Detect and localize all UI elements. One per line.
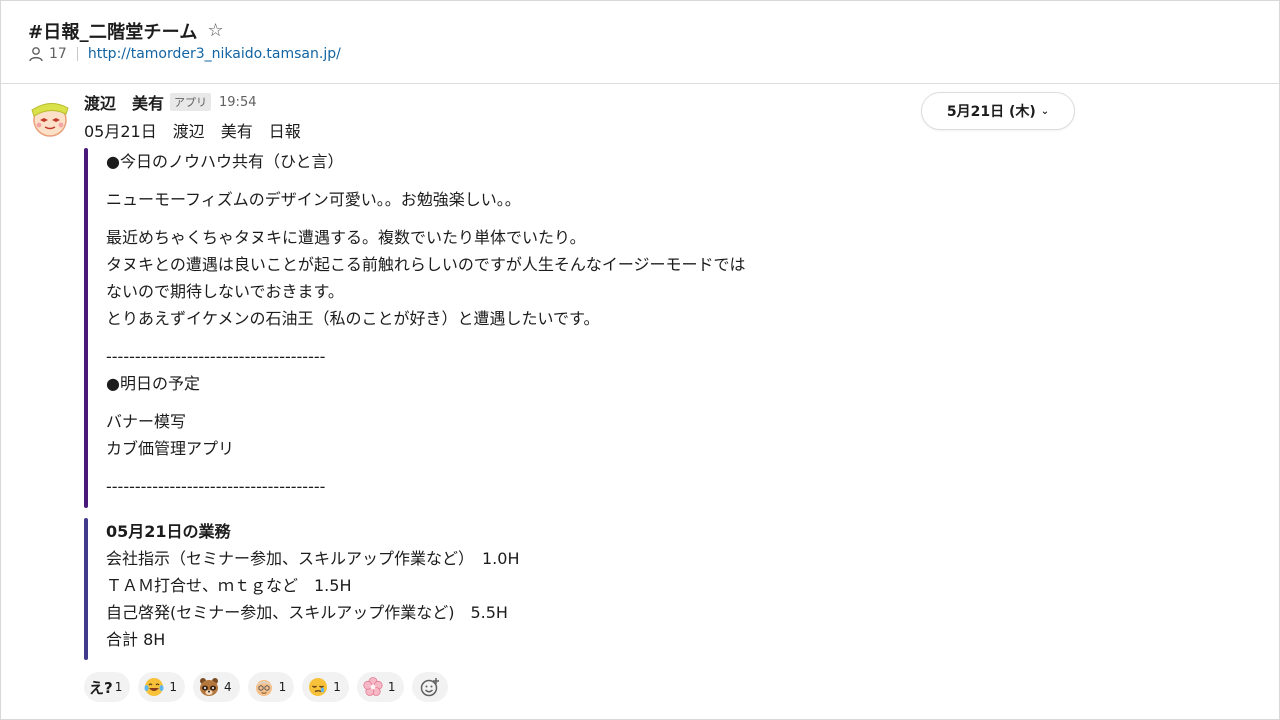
section-heading: ●今日のノウハウ共有（ひと言） xyxy=(106,152,344,171)
add-reaction-button[interactable] xyxy=(411,672,448,702)
section-heading: ●明日の予定 xyxy=(106,374,200,393)
attachment-body: ●今日のノウハウ共有（ひと言） ニューモーフィズムのデザイン可愛い。。お勉強楽し… xyxy=(106,148,746,500)
reaction-count: 4 xyxy=(223,680,232,694)
text-line: バナー模写 xyxy=(106,412,187,431)
older-person-emoji xyxy=(255,680,272,696)
e-question-text-emoji: え? xyxy=(89,678,113,697)
reaction-count: 1 xyxy=(278,680,287,694)
message-header: 渡辺 美有 アプリ 19:54 xyxy=(84,90,256,114)
work-total: 合計 8H xyxy=(106,630,166,649)
attachment-title: 05月21日の業務 xyxy=(106,522,231,541)
avatar[interactable] xyxy=(28,94,72,138)
work-item: ＴＡＭ打合せ、ｍｔｇなど 1.5H xyxy=(106,576,352,595)
attachment-color-bar xyxy=(84,148,88,508)
reaction-count: 1 xyxy=(169,680,177,694)
reaction-count: 1 xyxy=(333,680,341,694)
work-item: 自己啓発(セミナー参加、スキルアップ作業など) 5.5H xyxy=(106,603,508,622)
date-divider-button[interactable]: 5月21日 (木) ⌄ xyxy=(921,92,1075,130)
sakura-flower-emoji xyxy=(363,677,383,696)
attachment-color-bar xyxy=(84,518,88,660)
text-line: タヌキとの遭遇は良いことが起こる前触れらしいのですが人生そんなイージーモードでは xyxy=(106,255,746,274)
channel-header: #日報_二階堂チーム ☆ 17 http://tamorder3_nikaido… xyxy=(0,0,1280,84)
divider xyxy=(76,47,78,61)
work-item: 会社指示（セミナー参加、スキルアップ作業など） 1.0H xyxy=(106,549,520,568)
text-line: ニューモーフィズムのデザイン可愛い。。お勉強楽しい。。 xyxy=(106,190,521,209)
channel-name[interactable]: #日報_二階堂チーム xyxy=(28,18,198,44)
add-emoji-icon xyxy=(420,678,439,697)
app-badge: アプリ xyxy=(170,93,212,111)
channel-topic-link[interactable]: http://tamorder3_nikaido.tamsan.jp/ xyxy=(88,46,341,62)
sender-name[interactable]: 渡辺 美有 xyxy=(84,90,164,114)
reaction-count: 1 xyxy=(114,680,123,694)
laughing-tears-emoji xyxy=(144,678,164,696)
channel-title-row: #日報_二階堂チーム ☆ xyxy=(28,18,224,44)
text-line: カブ価管理アプリ xyxy=(106,439,235,458)
reaction-count: 1 xyxy=(387,680,396,694)
attachment-body: 05月21日の業務 会社指示（セミナー参加、スキルアップ作業など） 1.0H Ｔ… xyxy=(106,518,519,653)
tanuki-emoji xyxy=(199,678,218,696)
text-line: 最近めちゃくちゃタヌキに遭遇する。複数でいたり単体でいたり。 xyxy=(106,228,586,247)
reaction-older-person[interactable]: 1 xyxy=(247,672,295,702)
reaction-laughing[interactable]: 1 xyxy=(138,672,185,702)
text-line: とりあえずイケメンの石油王（私のことが好き）と遭遇したいです。 xyxy=(106,309,600,328)
reactions-bar: え? 1 1 4 1 1 1 xyxy=(84,672,448,702)
chevron-down-icon: ⌄ xyxy=(1040,105,1050,117)
reaction-sleepy[interactable]: 1 xyxy=(302,672,349,702)
text-line: ないので期待しないでおきます。 xyxy=(106,282,344,301)
message-text: 05月21日 渡辺 美有 日報 xyxy=(84,122,301,141)
separator-line: -------------------------------------- xyxy=(106,347,326,366)
reaction-tanuki[interactable]: 4 xyxy=(192,672,240,702)
channel-meta: 17 http://tamorder3_nikaido.tamsan.jp/ xyxy=(28,46,341,62)
star-icon[interactable]: ☆ xyxy=(208,22,224,40)
member-count[interactable]: 17 xyxy=(49,46,67,62)
reaction-e-question[interactable]: え? 1 xyxy=(84,672,131,702)
sleepy-face-emoji xyxy=(309,678,328,696)
reaction-sakura[interactable]: 1 xyxy=(356,672,404,702)
message-timestamp[interactable]: 19:54 xyxy=(219,95,256,110)
date-label: 5月21日 (木) xyxy=(946,104,1036,120)
separator-line: -------------------------------------- xyxy=(106,477,326,496)
member-icon[interactable] xyxy=(28,46,44,62)
